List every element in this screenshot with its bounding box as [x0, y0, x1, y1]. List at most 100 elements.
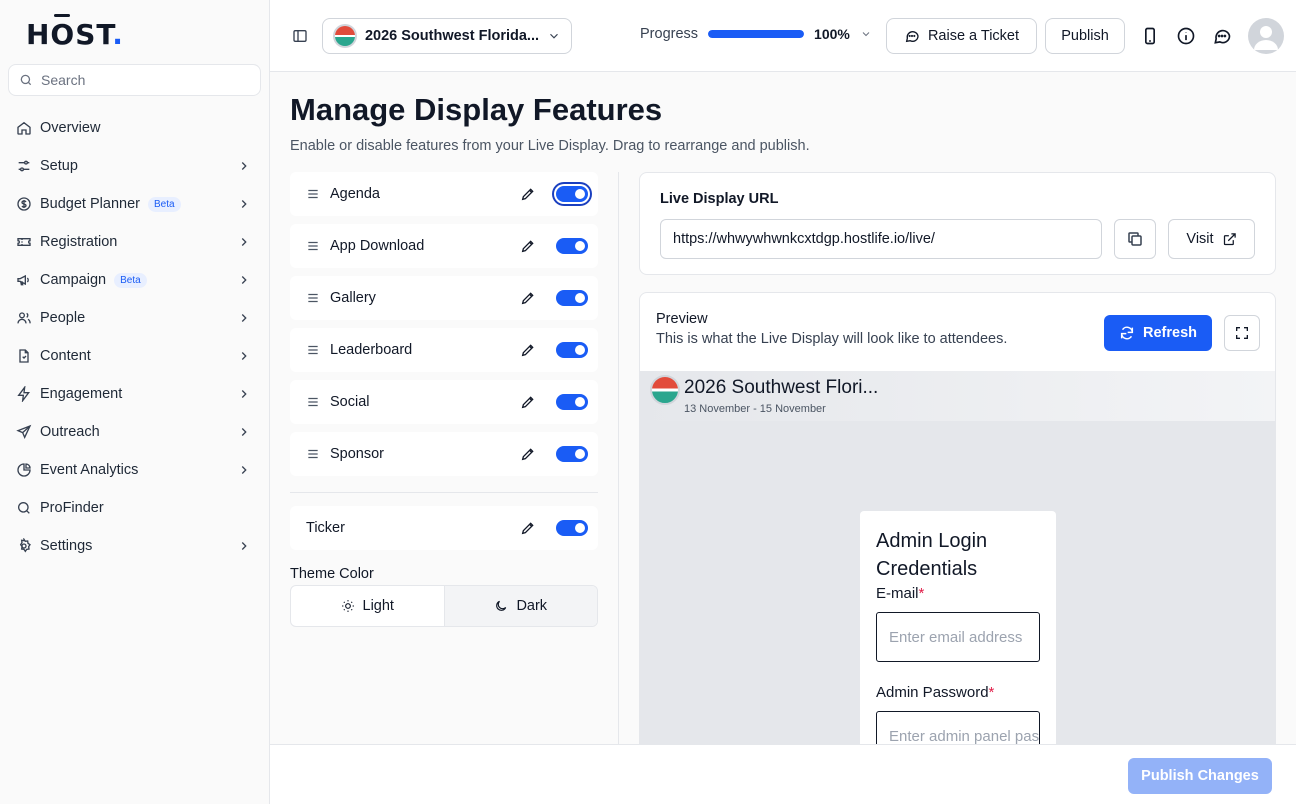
sidebar-item-engagement[interactable]: Engagement	[8, 375, 261, 413]
theme-dark-option[interactable]: Dark	[443, 586, 597, 626]
preview-event-dates: 13 November - 15 November	[684, 403, 826, 415]
feature-label: Agenda	[330, 186, 380, 202]
theme-light-option[interactable]: Light	[291, 586, 444, 626]
bolt-icon	[17, 386, 30, 402]
feature-divider	[290, 492, 598, 493]
feature-row-agenda[interactable]: Agenda	[290, 172, 598, 216]
sponsor-toggle[interactable]	[556, 446, 588, 462]
drag-handle-icon[interactable]	[306, 239, 320, 253]
edit-gallery-button[interactable]	[520, 290, 536, 306]
required-mark: *	[988, 684, 995, 701]
sidebar-item-outreach[interactable]: Outreach	[8, 413, 261, 451]
chat-button[interactable]	[1212, 26, 1232, 46]
pencil-icon	[521, 240, 534, 253]
drag-handle-icon[interactable]	[306, 395, 320, 409]
chevron-right-icon	[241, 466, 247, 474]
password-field[interactable]: Enter admin panel password	[876, 711, 1040, 744]
sidebar-toggle-icon	[293, 30, 307, 42]
sidebar-item-label: Event Analytics	[40, 462, 139, 478]
sidebar-item-registration[interactable]: Registration	[8, 223, 261, 261]
live-display-preview: 2026 Southwest Flori... 13 November - 15…	[640, 371, 1275, 744]
theme-dark-label: Dark	[516, 598, 548, 614]
page-subtitle: Enable or disable features from your Liv…	[290, 138, 810, 154]
sidebar-item-label: Outreach	[40, 424, 100, 440]
message-circle-icon	[905, 31, 919, 43]
feature-label: Ticker	[306, 520, 345, 536]
visit-label: Visit	[1186, 231, 1214, 247]
sidebar-item-setup[interactable]: Setup	[8, 147, 261, 185]
event-selector[interactable]: 2026 Southwest Florida...	[322, 18, 572, 54]
required-mark: *	[918, 585, 925, 602]
fullscreen-button[interactable]	[1224, 315, 1260, 351]
publish-changes-button[interactable]: Publish Changes	[1128, 758, 1272, 794]
feature-row-sponsor[interactable]: Sponsor	[290, 432, 598, 476]
drag-handle-icon[interactable]	[306, 343, 320, 357]
sidebar-item-campaign[interactable]: Campaign Beta	[8, 261, 261, 299]
dollar-icon	[17, 197, 31, 211]
theme-light-label: Light	[362, 598, 394, 614]
sidebar-item-content[interactable]: Content	[8, 337, 261, 375]
leaderboard-toggle[interactable]	[556, 342, 588, 358]
raise-ticket-button[interactable]: Raise a Ticket	[886, 18, 1037, 54]
host-logo[interactable]: HOST.	[26, 14, 124, 51]
visit-button[interactable]: Visit	[1168, 219, 1255, 259]
sliders-icon	[18, 160, 30, 172]
expand-icon	[1236, 327, 1248, 339]
edit-app-download-button[interactable]	[520, 238, 536, 254]
search-input[interactable]: Search	[8, 64, 261, 96]
refresh-button[interactable]: Refresh	[1104, 315, 1212, 351]
beta-badge: Beta	[147, 196, 181, 212]
sidebar-item-overview[interactable]: Overview	[8, 109, 261, 147]
event-logo	[333, 24, 357, 48]
feature-list: Agenda App Download Gallery Leaderboard Soci…	[290, 172, 598, 484]
gear-icon	[19, 538, 31, 553]
gallery-toggle[interactable]	[556, 290, 588, 306]
preview-header: 2026 Southwest Flori... 13 November - 15…	[640, 371, 1275, 421]
sidebar-item-event-analytics[interactable]: Event Analytics	[8, 451, 261, 489]
progress-indicator[interactable]: Progress 100%	[640, 26, 872, 42]
sidebar-item-settings[interactable]: Settings	[8, 527, 261, 565]
sidebar-item-label: Engagement	[40, 386, 123, 402]
agenda-toggle[interactable]	[556, 186, 588, 202]
sidebar-item-budget-planner[interactable]: Budget Planner Beta	[8, 185, 261, 223]
chevron-right-icon	[241, 542, 247, 550]
info-icon	[1177, 27, 1195, 45]
edit-agenda-button[interactable]	[520, 186, 536, 202]
theme-selector: Light Dark	[290, 585, 598, 627]
feature-row-app-download[interactable]: App Download	[290, 224, 598, 268]
publish-label: Publish	[1061, 28, 1109, 44]
edit-sponsor-button[interactable]	[520, 446, 536, 462]
edit-leaderboard-button[interactable]	[520, 342, 536, 358]
email-field[interactable]: Enter email address	[876, 612, 1040, 662]
avatar[interactable]	[1248, 18, 1284, 54]
live-url-field[interactable]: https://whwywhwnkcxtdgp.hostlife.io/live…	[660, 219, 1102, 259]
search-placeholder: Search	[41, 72, 86, 88]
edit-social-button[interactable]	[520, 394, 536, 410]
drag-handle-icon[interactable]	[306, 187, 320, 201]
ticker-toggle[interactable]	[556, 520, 588, 536]
sidebar-item-profinder[interactable]: ProFinder	[8, 489, 261, 527]
publish-button[interactable]: Publish	[1045, 18, 1125, 54]
info-button[interactable]	[1176, 26, 1196, 46]
copy-url-button[interactable]	[1114, 219, 1156, 259]
pencil-icon	[521, 292, 534, 305]
moon-icon	[496, 600, 507, 611]
drag-handle-icon[interactable]	[306, 447, 320, 461]
app-download-toggle[interactable]	[556, 238, 588, 254]
feature-row-gallery[interactable]: Gallery	[290, 276, 598, 320]
feature-row-leaderboard[interactable]: Leaderboard	[290, 328, 598, 372]
social-toggle[interactable]	[556, 394, 588, 410]
drag-handle-icon[interactable]	[306, 291, 320, 305]
sidebar-item-people[interactable]: People	[8, 299, 261, 337]
raise-ticket-label: Raise a Ticket	[927, 28, 1020, 44]
sidebar-toggle-button[interactable]	[292, 28, 308, 44]
feature-label: App Download	[330, 238, 425, 254]
feature-label: Sponsor	[330, 446, 385, 462]
sidebar-item-label: Content	[40, 348, 91, 364]
mobile-preview-button[interactable]	[1140, 26, 1160, 46]
copy-icon	[1128, 232, 1142, 246]
feature-row-social[interactable]: Social	[290, 380, 598, 424]
feature-label: Gallery	[330, 290, 376, 306]
edit-ticker-button[interactable]	[520, 520, 536, 536]
logo-text: HOST	[26, 18, 113, 51]
